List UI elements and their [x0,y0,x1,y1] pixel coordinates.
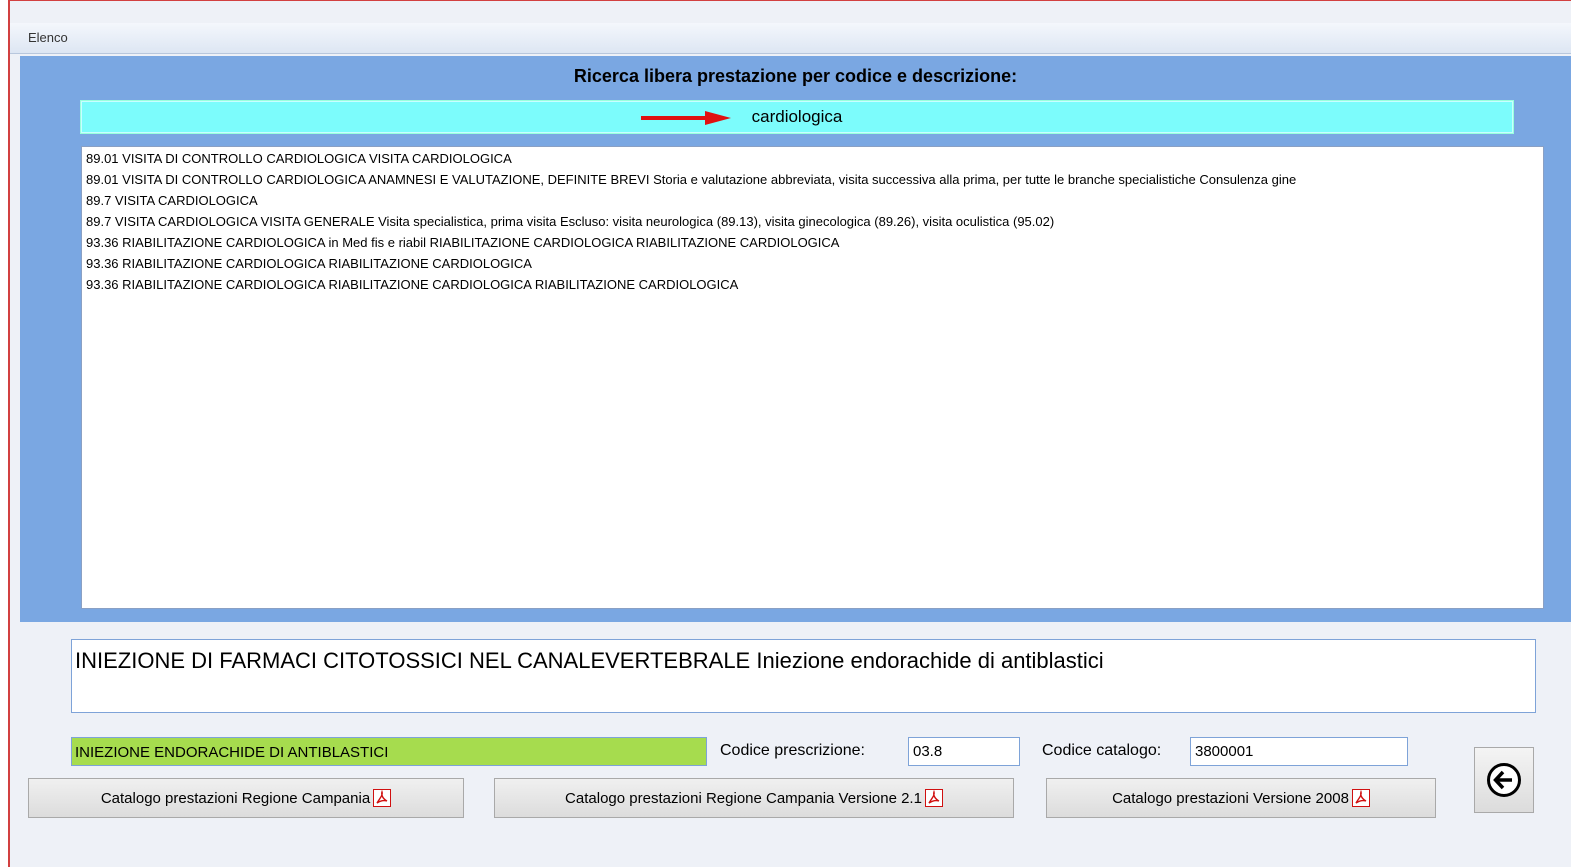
list-item[interactable]: 89.01 VISITA DI CONTROLLO CARDIOLOGICA A… [86,169,1296,190]
title-bar: Elenco [10,23,1571,54]
list-item[interactable]: 89.7 VISITA CARDIOLOGICA VISITA GENERALE… [86,211,1054,232]
codice-prescrizione-label: Codice prescrizione: [720,742,865,759]
codice-catalogo-label: Codice catalogo: [1042,742,1162,759]
short-name-text: INIEZIONE ENDORACHIDE DI ANTIBLASTICI [75,744,389,761]
list-item[interactable]: 93.36 RIABILITAZIONE CARDIOLOGICA RIABIL… [86,253,532,274]
window: Elenco Ricerca libera prestazione per co… [8,0,1571,867]
back-arrow-icon [1487,763,1521,797]
codice-catalogo-field[interactable]: 3800001 [1190,737,1408,766]
search-panel: Ricerca libera prestazione per codice e … [20,56,1571,622]
codice-catalogo-value: 3800001 [1195,743,1254,760]
catalogo-campania-v21-label: Catalogo prestazioni Regione Campania Ve… [565,789,922,807]
catalogo-2008-label: Catalogo prestazioni Versione 2008 [1112,789,1349,807]
list-item[interactable]: 93.36 RIABILITAZIONE CARDIOLOGICA RIABIL… [86,274,738,295]
pdf-icon [924,789,943,807]
list-item[interactable]: 89.01 VISITA DI CONTROLLO CARDIOLOGICA V… [86,148,512,169]
codice-prescrizione-field[interactable]: 03.8 [908,737,1020,766]
description-box[interactable]: INIEZIONE DI FARMACI CITOTOSSICI NEL CAN… [71,639,1536,713]
search-heading: Ricerca libera prestazione per codice e … [573,66,1018,86]
catalogo-campania-label: Catalogo prestazioni Regione Campania [100,789,371,807]
list-item[interactable]: 89.7 VISITA CARDIOLOGICA [86,190,258,211]
pdf-icon [373,789,392,807]
results-list[interactable]: 89.01 VISITA DI CONTROLLO CARDIOLOGICA V… [81,146,1544,609]
list-item[interactable]: 93.36 RIABILITAZIONE CARDIOLOGICA in Med… [86,232,839,253]
codice-prescrizione-value: 03.8 [913,743,943,760]
catalogo-campania-v21-button[interactable]: Catalogo prestazioni Regione Campania Ve… [494,778,1014,818]
back-button[interactable] [1474,747,1534,813]
catalogo-campania-button[interactable]: Catalogo prestazioni Regione Campania [28,778,464,818]
search-box[interactable] [80,100,1514,134]
description-text: INIEZIONE DI FARMACI CITOTOSSICI NEL CAN… [75,648,1104,673]
search-input[interactable] [81,101,1513,133]
pdf-icon [1351,789,1370,807]
window-title: Elenco [28,30,68,45]
short-name-field[interactable]: INIEZIONE ENDORACHIDE DI ANTIBLASTICI [71,737,707,766]
catalogo-2008-button[interactable]: Catalogo prestazioni Versione 2008 [1046,778,1436,818]
